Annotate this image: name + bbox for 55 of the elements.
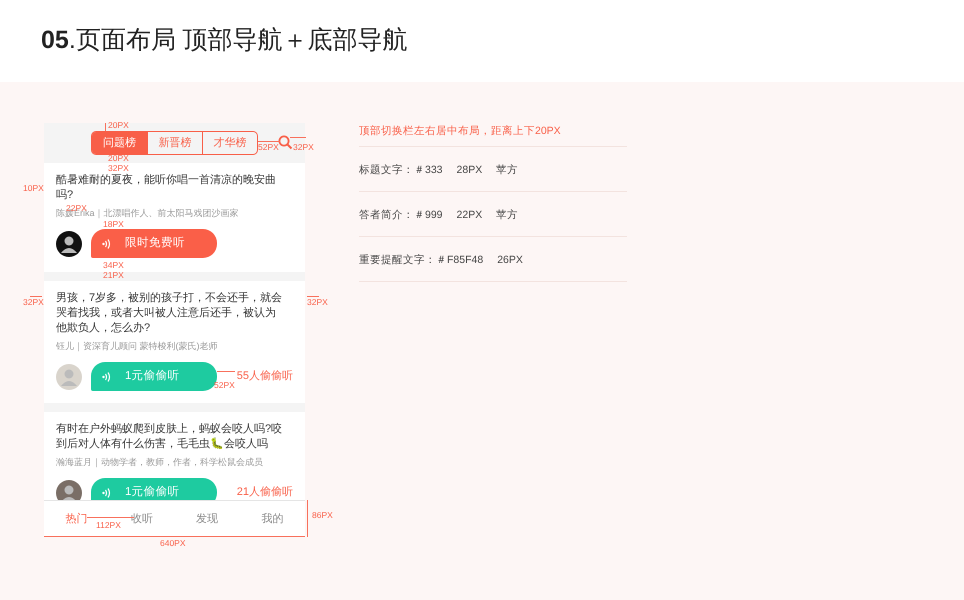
sound-icon bbox=[102, 372, 111, 382]
tab[interactable]: 才华榜 bbox=[202, 132, 257, 154]
measurement-label: 20PX bbox=[108, 121, 129, 130]
dimension-line bbox=[87, 517, 134, 518]
sound-icon bbox=[102, 238, 111, 248]
measurement-label: 32PX bbox=[23, 298, 44, 307]
nav-tab[interactable]: 热门 bbox=[66, 510, 88, 528]
measurement-label: 32PX bbox=[293, 143, 314, 152]
listener-count: 55人偷偷听 bbox=[236, 369, 293, 384]
spec-note: 标题文字：＃333 bbox=[359, 163, 443, 178]
dimension-line bbox=[30, 296, 42, 297]
spec-note: 苹方 bbox=[496, 208, 518, 224]
dimension-line bbox=[307, 296, 319, 297]
nav-tab[interactable]: 我的 bbox=[261, 510, 284, 528]
measurement-label: 34PX bbox=[103, 261, 124, 270]
spec-note: 26PX bbox=[497, 253, 523, 268]
spec-note: 重要提醒文字：＃F85F48 bbox=[359, 253, 484, 268]
spec-note: 22PX bbox=[456, 208, 482, 224]
measurement-label: 52PX bbox=[214, 381, 235, 390]
spec-note: 28PX bbox=[456, 163, 482, 178]
answerer-bio: 钰儿｜资深育儿顾问 蒙特梭利(蒙氏)老师 bbox=[56, 341, 218, 352]
nav-tab[interactable]: 收听 bbox=[130, 510, 153, 528]
dimension-line bbox=[258, 141, 280, 142]
listen-button[interactable]: 限时免费听 bbox=[91, 229, 217, 258]
measurement-label: 32PX bbox=[108, 164, 129, 173]
avatar[interactable] bbox=[56, 230, 82, 256]
question-title: 有时在户外蚂蚁爬到皮肤上，蚂蚁会咬人吗?咬到后对人体有什么伤害，毛毛虫🐛会咬人吗 bbox=[56, 422, 284, 452]
tab[interactable]: 新晋榜 bbox=[147, 132, 202, 154]
question-title: 男孩，7岁多，被别的孩子打，不会还手，就会哭着找我，或者大叫被人注意后还手，被认为他欺负人，怎么办? bbox=[56, 291, 284, 336]
nav-tab[interactable]: 发现 bbox=[196, 510, 218, 528]
answerer-bio: 瀚海蓝月｜动物学者，教师，作者，科学松鼠会成员 bbox=[56, 457, 264, 468]
dimension-line bbox=[307, 500, 308, 537]
measurement-label: 21PX bbox=[103, 271, 124, 280]
measurement-label: 86PX bbox=[312, 511, 333, 520]
search-icon[interactable] bbox=[278, 135, 293, 150]
measurement-label: 18PX bbox=[103, 220, 124, 229]
dimension-line bbox=[217, 371, 235, 372]
dimension-line bbox=[105, 123, 106, 131]
measurement-label: 52PX bbox=[258, 143, 279, 152]
listener-count: 21人偷偷听 bbox=[236, 485, 293, 500]
question-card[interactable]: 有时在户外蚂蚁爬到皮肤上，蚂蚁会咬人吗?咬到后对人体有什么伤害，毛毛虫🐛会咬人吗 瀚海蓝月｜动物学者，教师，作者，科学松鼠会成员 1元偷偷听 21人偷偷听 bbox=[44, 412, 305, 500]
measurement-label: 10PX bbox=[23, 184, 44, 193]
spec-note: 苹方 bbox=[496, 163, 518, 178]
question-title: 酷暑难耐的夏夜，能听你唱一首清凉的晚安曲吗? bbox=[56, 173, 277, 203]
listen-button[interactable]: 1元偷偷听 bbox=[91, 478, 217, 500]
sound-icon bbox=[102, 488, 111, 498]
measurement-label: 32PX bbox=[307, 298, 328, 307]
tab[interactable]: 问题榜 bbox=[92, 132, 147, 154]
layout-note: 顶部切换栏左右居中布局，距离上下20PX bbox=[359, 124, 561, 139]
measurement-label: 112PX bbox=[96, 521, 121, 530]
dimension-line bbox=[290, 137, 306, 138]
measurement-label: 640PX bbox=[160, 539, 186, 548]
spec-note: 答者简介：＃999 bbox=[359, 208, 443, 224]
page-title: 05.页面布局 顶部导航＋底部导航 bbox=[41, 25, 408, 56]
measurement-label: 20PX bbox=[108, 154, 129, 163]
